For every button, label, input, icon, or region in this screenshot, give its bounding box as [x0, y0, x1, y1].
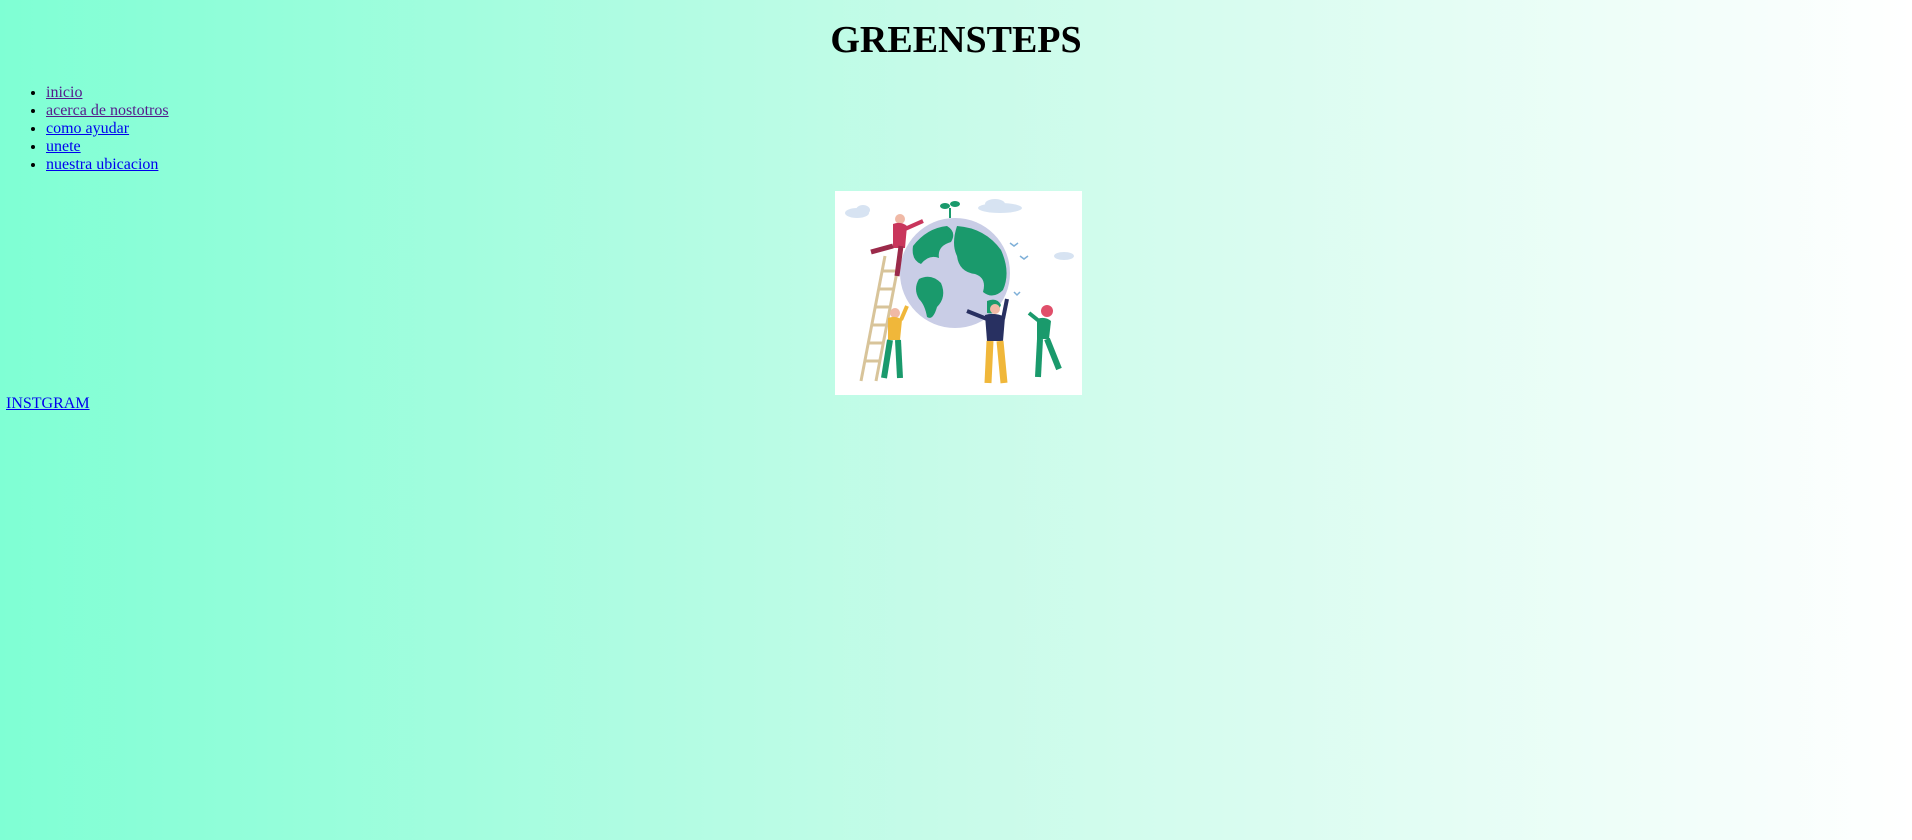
nav-item-ubicacion: nuestra ubicacion — [46, 156, 169, 174]
nav-link-unete[interactable]: unete — [46, 138, 81, 155]
nav-link-como-ayudar[interactable]: como ayudar — [46, 120, 129, 137]
nav-link-ubicacion[interactable]: nuestra ubicacion — [46, 156, 158, 173]
nav-menu: inicio acerca de nostotros como ayudar u… — [0, 84, 169, 174]
nav-link-acerca[interactable]: acerca de nostotros — [46, 102, 169, 119]
page-title: GREENSTEPS — [830, 19, 1082, 61]
nav-item-acerca: acerca de nostotros — [46, 102, 169, 120]
nav-link-inicio[interactable]: inicio — [46, 84, 82, 101]
nav-item-como-ayudar: como ayudar — [46, 120, 169, 138]
nav-item-inicio: inicio — [46, 84, 169, 102]
instagram-link[interactable]: INSTGRAM — [6, 394, 90, 414]
earth-volunteers-illustration-icon — [845, 199, 1074, 384]
hero-image — [835, 191, 1082, 395]
nav-item-unete: unete — [46, 138, 169, 156]
